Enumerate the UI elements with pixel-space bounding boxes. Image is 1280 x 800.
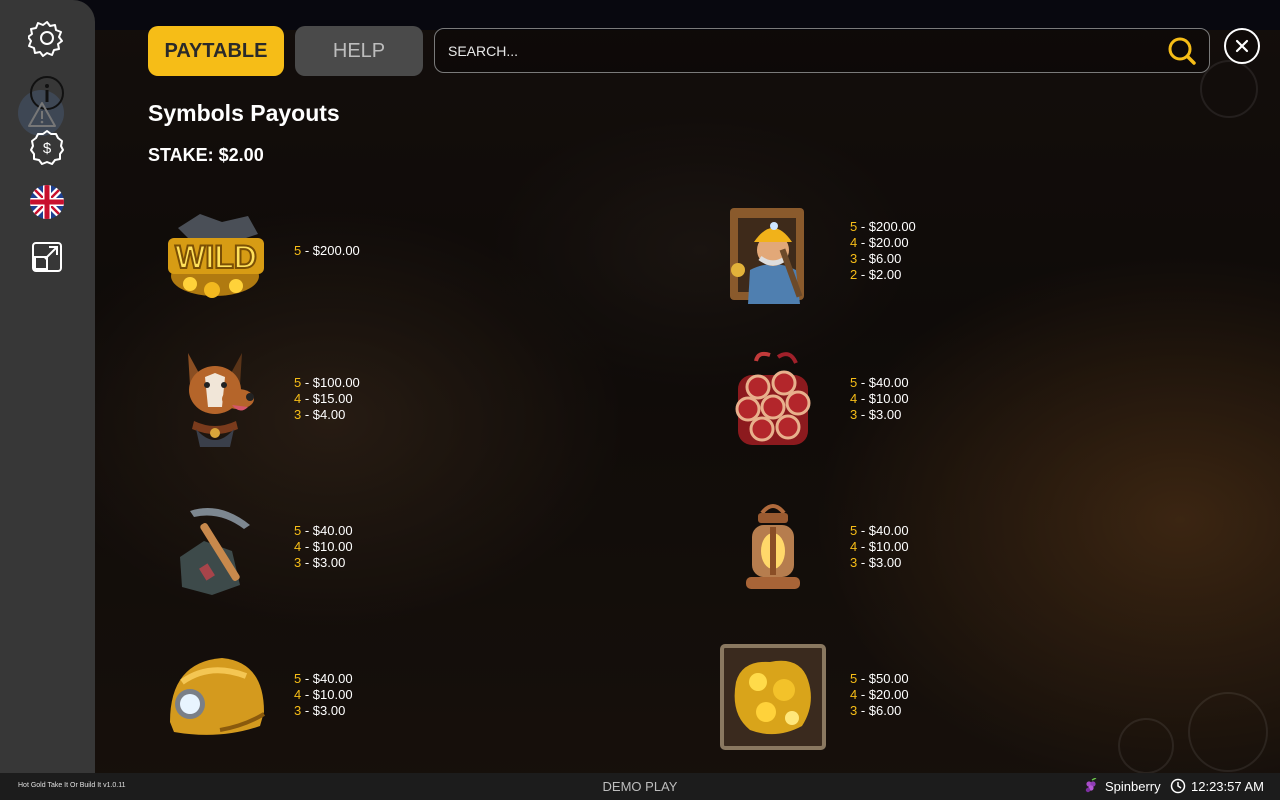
background-autoplay-ghost <box>1118 718 1174 774</box>
gold-nugget-symbol-icon <box>718 642 828 752</box>
payout-amount: $10.00 <box>312 687 353 702</box>
payout-row: 5 - $40.00 <box>294 523 353 538</box>
dollar-badge-icon[interactable]: $ <box>27 127 67 167</box>
lantern-symbol-icon <box>718 495 828 605</box>
dog-symbol-icon <box>160 345 270 455</box>
wild-symbol-icon: WILD <box>160 200 270 310</box>
brand: Spinberry <box>1083 778 1161 794</box>
payout-amount: $3.00 <box>312 703 346 718</box>
payout-amount: $50.00 <box>868 671 909 686</box>
search-input[interactable] <box>448 29 1148 72</box>
svg-text:WILD: WILD <box>175 239 257 275</box>
page-title: Symbols Payouts <box>148 100 340 126</box>
payout-row: 4 - $10.00 <box>294 539 353 554</box>
payout-amount: $10.00 <box>868 391 909 406</box>
payout-row: 5 - $40.00 <box>850 375 909 390</box>
payout-row: 3 - $4.00 <box>294 407 346 422</box>
payout-amount: $10.00 <box>312 539 353 554</box>
brand-name: Spinberry <box>1105 778 1161 794</box>
background-spin-ghost <box>1188 692 1268 772</box>
payout-amount: $40.00 <box>312 523 353 538</box>
clock: 12:23:57 AM <box>1170 778 1264 794</box>
wild-payouts: 5 - $200.00 <box>294 243 360 259</box>
lantern-payouts: 5 - $40.00 4 - $10.00 3 - $3.00 <box>850 523 909 571</box>
open-external-icon[interactable] <box>27 237 67 277</box>
payout-amount: $3.00 <box>868 555 902 570</box>
clock-icon <box>1170 778 1186 794</box>
search-icon[interactable] <box>1167 36 1197 66</box>
payout-row: 5 - $100.00 <box>294 375 360 390</box>
uk-flag-icon[interactable] <box>27 182 67 222</box>
payout-row: 3 - $6.00 <box>850 251 902 266</box>
payout-row: 2 - $2.00 <box>850 267 902 282</box>
payout-amount: $20.00 <box>868 235 909 250</box>
gear-icon[interactable] <box>27 18 67 58</box>
berry-logo-icon <box>1085 778 1097 793</box>
payout-row: 4 - $20.00 <box>850 235 909 250</box>
payout-amount: $200.00 <box>312 243 360 258</box>
payout-amount: $10.00 <box>868 539 909 554</box>
tab-paytable[interactable]: PAYTABLE <box>148 26 284 76</box>
search-box <box>434 28 1210 73</box>
payout-row: 5 - $40.00 <box>294 671 353 686</box>
clock-time: 12:23:57 AM <box>1191 778 1264 794</box>
payout-amount: $3.00 <box>312 555 346 570</box>
close-icon <box>1235 39 1249 53</box>
payout-row: 3 - $6.00 <box>850 703 902 718</box>
payout-amount: $6.00 <box>868 251 902 266</box>
payout-amount: $6.00 <box>868 703 902 718</box>
pickaxe-payouts: 5 - $40.00 4 - $10.00 3 - $3.00 <box>294 523 353 571</box>
pickaxe-symbol-icon <box>160 495 270 605</box>
miner-symbol-icon <box>718 200 828 310</box>
helmet-payouts: 5 - $40.00 4 - $10.00 3 - $3.00 <box>294 671 353 719</box>
payout-row: 5 - $200.00 <box>294 243 360 258</box>
payout-row: 4 - $10.00 <box>294 687 353 702</box>
payout-amount: $15.00 <box>312 391 353 406</box>
payout-row: 3 - $3.00 <box>850 407 902 422</box>
settings-sidebar: $ <box>0 0 95 773</box>
payout-amount: $200.00 <box>868 219 916 234</box>
payout-row: 4 - $15.00 <box>294 391 353 406</box>
payout-row: 4 - $10.00 <box>850 539 909 554</box>
background-close-ghost <box>1200 60 1258 118</box>
payout-row: 5 - $200.00 <box>850 219 916 234</box>
tab-help[interactable]: HELP <box>295 26 423 76</box>
dynamite-payouts: 5 - $40.00 4 - $10.00 3 - $3.00 <box>850 375 909 423</box>
close-button[interactable] <box>1224 28 1260 64</box>
miner-payouts: 5 - $200.00 4 - $20.00 3 - $6.00 2 - $2.… <box>850 219 916 283</box>
payout-row: 4 - $10.00 <box>850 391 909 406</box>
payout-amount: $100.00 <box>312 375 360 390</box>
stake-label: STAKE: $2.00 <box>148 145 264 165</box>
payout-amount: $40.00 <box>868 375 909 390</box>
payout-row: 3 - $3.00 <box>294 555 346 570</box>
gold-nugget-payouts: 5 - $50.00 4 - $20.00 3 - $6.00 <box>850 671 909 719</box>
helmet-symbol-icon <box>160 642 270 752</box>
payout-row: 3 - $3.00 <box>850 555 902 570</box>
payout-amount: $4.00 <box>312 407 346 422</box>
payout-amount: $40.00 <box>312 671 353 686</box>
svg-text:$: $ <box>43 140 52 157</box>
payout-row: 4 - $20.00 <box>850 687 909 702</box>
footer-bar: Hot Gold Take It Or Build It v1.0.11 DEM… <box>0 773 1280 800</box>
payout-row: 3 - $3.00 <box>294 703 346 718</box>
payout-amount: $20.00 <box>868 687 909 702</box>
payout-row: 5 - $40.00 <box>850 523 909 538</box>
payout-amount: $40.00 <box>868 523 909 538</box>
payout-amount: $2.00 <box>868 267 902 282</box>
payout-amount: $3.00 <box>868 407 902 422</box>
dog-payouts: 5 - $100.00 4 - $15.00 3 - $4.00 <box>294 375 360 423</box>
dynamite-symbol-icon <box>718 345 828 455</box>
payout-row: 5 - $50.00 <box>850 671 909 686</box>
